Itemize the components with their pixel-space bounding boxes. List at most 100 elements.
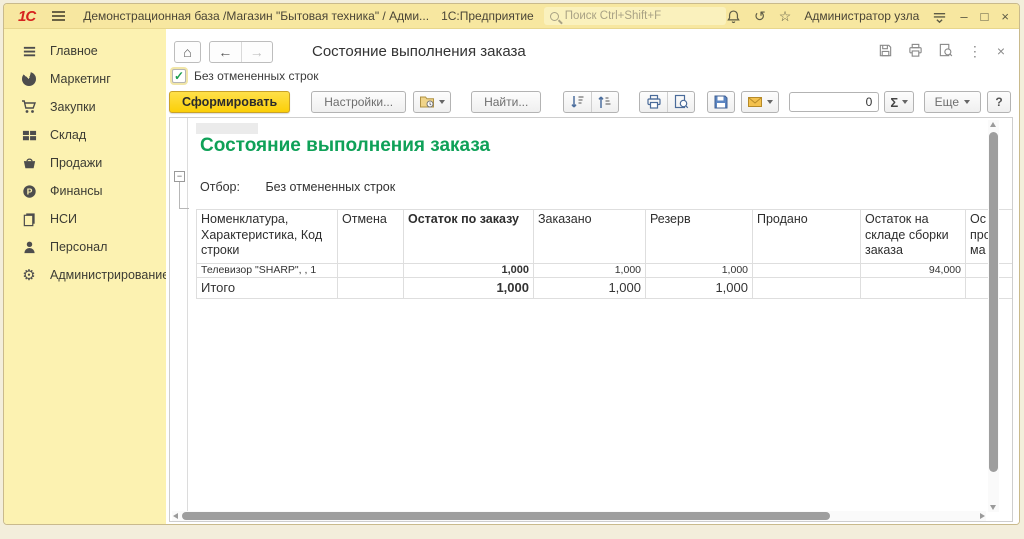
table-cell[interactable]: Телевизор "SHARP", , 1	[197, 264, 338, 278]
expand-groups-icon[interactable]	[591, 92, 618, 112]
report-variants-button[interactable]	[413, 91, 451, 113]
current-user[interactable]: Администратор узла	[804, 9, 919, 23]
group-bracket	[179, 182, 180, 209]
table-cell[interactable]: 1,000	[404, 264, 534, 278]
forward-button[interactable]: →	[242, 42, 273, 62]
scroll-right-icon[interactable]	[980, 513, 985, 519]
ruble-circle-icon: P	[21, 183, 37, 199]
kebab-menu-icon[interactable]: ⋮	[968, 44, 982, 58]
home-button[interactable]: ⌂	[174, 41, 201, 63]
dropdown-arrow-icon	[902, 100, 908, 104]
person-icon	[21, 239, 37, 255]
sidebar-item-marketing[interactable]: Маркетинг	[4, 65, 166, 93]
collapse-groups-icon[interactable]	[564, 92, 591, 112]
back-button[interactable]: ←	[210, 42, 242, 62]
sidebar-item-warehouse[interactable]: Склад	[4, 121, 166, 149]
table-cell[interactable]: 1,000	[534, 264, 646, 278]
table-cell[interactable]: 94,000	[861, 264, 966, 278]
column-header[interactable]: Резерв	[646, 210, 753, 264]
history-icon[interactable]: ↺	[754, 9, 766, 23]
column-header[interactable]: Отмена	[338, 210, 404, 264]
save-result-button[interactable]	[707, 91, 735, 113]
sidebar-item-label: Главное	[50, 44, 98, 58]
sidebar-item-personnel[interactable]: Персонал	[4, 233, 166, 261]
window-header-actions: ⋮ ×	[878, 43, 1005, 58]
sidebar-item-finance[interactable]: P Финансы	[4, 177, 166, 205]
print-preview-icon[interactable]	[938, 43, 953, 58]
maximize-button[interactable]: □	[981, 10, 989, 23]
table-row[interactable]: Телевизор "SHARP", , 1 1,000 1,000 1,000…	[197, 264, 1014, 278]
table-cell[interactable]: 1,000	[404, 278, 534, 299]
database-title: Демонстрационная база /Магазин "Бытовая …	[83, 9, 429, 23]
more-label: Еще	[935, 95, 959, 109]
save-icon[interactable]	[878, 43, 893, 58]
pie-chart-icon	[21, 71, 37, 87]
scroll-left-icon[interactable]	[173, 513, 178, 519]
column-header[interactable]: Остаток по заказу	[404, 210, 534, 264]
sidebar-item-purchases[interactable]: Закупки	[4, 93, 166, 121]
sidebar-item-sales[interactable]: Продажи	[4, 149, 166, 177]
report-viewport: − Состояние выполнения заказа Отбор: Без…	[169, 117, 1013, 522]
report-heading: Состояние выполнения заказа	[200, 135, 490, 157]
table-cell[interactable]: Итого	[197, 278, 338, 299]
find-button[interactable]: Найти...	[471, 91, 541, 113]
print-preview-icon[interactable]	[667, 92, 694, 112]
print-icon[interactable]	[640, 92, 667, 112]
close-window-icon[interactable]: ×	[997, 44, 1005, 58]
table-cell[interactable]: 1,000	[534, 278, 646, 299]
sidebar-item-nsi[interactable]: НСИ	[4, 205, 166, 233]
menu-lines-icon	[21, 43, 37, 59]
print-buttons	[639, 91, 695, 113]
table-cell[interactable]	[753, 264, 861, 278]
report-table: Номенклатура, Характеристика, Код строки…	[196, 209, 1013, 299]
cart-icon	[21, 99, 37, 115]
generate-button[interactable]: Сформировать	[169, 91, 290, 113]
table-cell[interactable]	[338, 264, 404, 278]
table-cell[interactable]	[338, 278, 404, 299]
print-icon[interactable]	[908, 43, 923, 58]
column-header[interactable]: Номенклатура, Характеристика, Код строки	[197, 210, 338, 264]
filter-checkbox[interactable]: ✓	[172, 69, 186, 83]
sidebar-item-label: НСИ	[50, 212, 77, 226]
app-window: 1С Демонстрационная база /Магазин "Бытов…	[3, 3, 1020, 525]
sidebar-item-label: Склад	[50, 128, 86, 142]
autosum-button[interactable]: Σ	[884, 91, 914, 113]
horizontal-scrollbar[interactable]	[172, 511, 986, 521]
sidebar-item-main[interactable]: Главное	[4, 37, 166, 65]
sidebar-item-administration[interactable]: ⚙ Администрирование	[4, 261, 166, 289]
vertical-scrollbar[interactable]	[988, 120, 999, 512]
table-cell[interactable]	[861, 278, 966, 299]
sum-field[interactable]	[789, 92, 879, 112]
table-cell[interactable]: 1,000	[646, 278, 753, 299]
table-header-row: Номенклатура, Характеристика, Код строки…	[197, 210, 1014, 264]
sidebar-item-label: Финансы	[50, 184, 102, 198]
search-input[interactable]	[565, 10, 720, 22]
horizontal-scrollbar-thumb[interactable]	[182, 512, 830, 520]
close-app-button[interactable]: ×	[1001, 10, 1009, 23]
global-search-box[interactable]	[544, 7, 726, 25]
table-total-row[interactable]: Итого 1,000 1,000 1,000	[197, 278, 1014, 299]
help-button[interactable]: ?	[987, 91, 1011, 113]
sidebar-item-label: Персонал	[50, 240, 107, 254]
service-menu-icon[interactable]	[932, 9, 947, 24]
nav-buttons: ← →	[209, 41, 273, 63]
scroll-down-icon[interactable]	[990, 505, 996, 510]
table-cell[interactable]	[753, 278, 861, 299]
main-menu-icon[interactable]	[52, 11, 65, 21]
settings-button[interactable]: Настройки...	[311, 91, 406, 113]
vertical-scrollbar-thumb[interactable]	[989, 132, 998, 472]
scroll-up-icon[interactable]	[990, 122, 996, 127]
minimize-button[interactable]: –	[960, 10, 967, 23]
column-header[interactable]: Остаток на складе сборки заказа	[861, 210, 966, 264]
send-mail-button[interactable]	[741, 91, 779, 113]
notifications-bell-icon[interactable]	[726, 9, 741, 24]
table-cell[interactable]: 1,000	[646, 264, 753, 278]
titlebar-actions: ↺ ☆ Администратор узла – □ ×	[726, 9, 1009, 24]
column-header[interactable]: Заказано	[534, 210, 646, 264]
favorites-star-icon[interactable]: ☆	[779, 9, 792, 23]
filter-value: Без отмененных строк	[265, 180, 395, 194]
more-button[interactable]: Еще	[924, 91, 981, 113]
gear-icon: ⚙	[21, 267, 37, 283]
collapse-group-button[interactable]: −	[174, 171, 185, 182]
column-header[interactable]: Продано	[753, 210, 861, 264]
